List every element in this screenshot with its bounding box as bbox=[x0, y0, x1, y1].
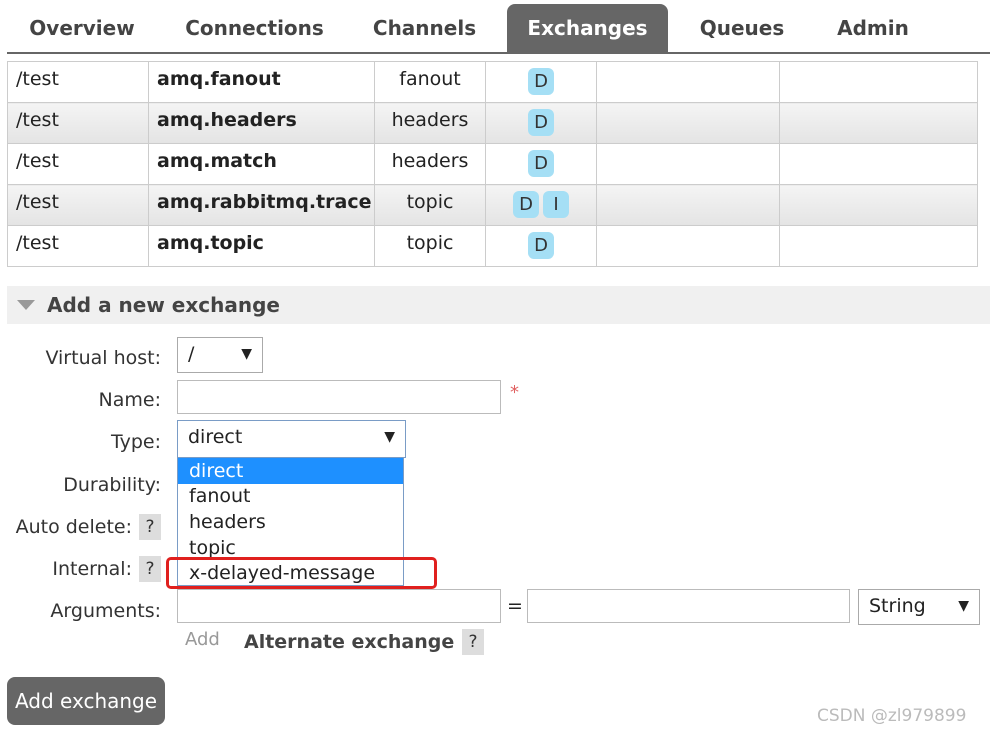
tab-admin[interactable]: Admin bbox=[822, 4, 924, 54]
durable-badge: D bbox=[528, 109, 554, 136]
empty-cell bbox=[779, 102, 978, 144]
type-cell: fanout bbox=[374, 61, 486, 103]
vhost-label: Virtual host: bbox=[45, 347, 161, 369]
argument-type-value: String bbox=[869, 595, 926, 617]
add-argument-link[interactable]: Add bbox=[185, 629, 220, 650]
vhost-cell: /test bbox=[7, 225, 149, 267]
highlight-box bbox=[166, 557, 437, 589]
vhost-cell: /test bbox=[7, 184, 149, 226]
empty-cell bbox=[596, 225, 780, 267]
type-cell: topic bbox=[374, 225, 486, 267]
durable-badge: D bbox=[528, 150, 554, 177]
type-select-value: direct bbox=[188, 426, 243, 448]
chevron-down-icon: ▼ bbox=[384, 429, 395, 445]
features-cell: D bbox=[485, 225, 597, 267]
vhost-select-value: / bbox=[188, 343, 195, 365]
tab-overview[interactable]: Overview bbox=[17, 4, 147, 54]
features-cell: DI bbox=[485, 184, 597, 226]
add-exchange-button[interactable]: Add exchange bbox=[7, 677, 165, 725]
argument-key-input[interactable] bbox=[177, 589, 501, 623]
tab-exchanges[interactable]: Exchanges bbox=[507, 4, 668, 54]
table-row: /test amq.match headers D bbox=[7, 143, 978, 185]
type-cell: topic bbox=[374, 184, 486, 226]
type-cell: headers bbox=[374, 102, 486, 144]
internal-help-button[interactable]: ? bbox=[139, 556, 161, 582]
alternate-exchange-link[interactable]: Alternate exchange bbox=[244, 631, 454, 653]
add-exchange-section-toggle[interactable]: Add a new exchange bbox=[7, 286, 990, 324]
watermark: CSDN @zl979899 bbox=[817, 706, 967, 726]
empty-cell bbox=[779, 184, 978, 226]
exchange-name-link[interactable]: amq.headers bbox=[148, 102, 375, 144]
name-input[interactable] bbox=[177, 380, 501, 414]
section-title: Add a new exchange bbox=[47, 293, 280, 317]
exchange-name-link[interactable]: amq.match bbox=[148, 143, 375, 185]
alternate-exchange-help-button[interactable]: ? bbox=[462, 629, 484, 655]
arguments-label: Arguments: bbox=[50, 600, 161, 622]
type-label: Type: bbox=[110, 431, 161, 453]
internal-label: Internal: bbox=[52, 558, 132, 580]
features-cell: D bbox=[485, 143, 597, 185]
type-cell: headers bbox=[374, 143, 486, 185]
empty-cell bbox=[596, 143, 780, 185]
argument-value-input[interactable] bbox=[527, 589, 850, 623]
empty-cell bbox=[596, 61, 780, 103]
vhost-cell: /test bbox=[7, 61, 149, 103]
durable-badge: D bbox=[513, 191, 539, 218]
argument-type-select[interactable]: String ▼ bbox=[858, 589, 980, 625]
features-cell: D bbox=[485, 102, 597, 144]
equals-sign: = bbox=[507, 595, 523, 617]
triangle-down-icon bbox=[17, 300, 35, 310]
name-label: Name: bbox=[98, 389, 161, 411]
nav-tabs: Overview Connections Channels Exchanges … bbox=[7, 0, 990, 54]
type-option-direct[interactable]: direct bbox=[178, 458, 403, 484]
exchange-name-link[interactable]: amq.rabbitmq.trace bbox=[148, 184, 375, 226]
table-row: /test amq.fanout fanout D bbox=[7, 61, 978, 103]
tab-connections[interactable]: Connections bbox=[167, 4, 342, 54]
chevron-down-icon: ▼ bbox=[958, 598, 969, 614]
empty-cell bbox=[779, 61, 978, 103]
durability-label: Durability: bbox=[63, 474, 161, 496]
tab-channels[interactable]: Channels bbox=[359, 4, 490, 54]
vhost-cell: /test bbox=[7, 143, 149, 185]
type-option-fanout[interactable]: fanout bbox=[178, 483, 403, 509]
internal-badge: I bbox=[543, 191, 569, 218]
table-row: /test amq.rabbitmq.trace topic DI bbox=[7, 184, 978, 226]
exchange-name-link[interactable]: amq.topic bbox=[148, 225, 375, 267]
durable-badge: D bbox=[528, 232, 554, 259]
vhost-cell: /test bbox=[7, 102, 149, 144]
table-row: /test amq.topic topic D bbox=[7, 225, 978, 267]
required-mark: * bbox=[510, 382, 519, 403]
empty-cell bbox=[779, 225, 978, 267]
features-cell: D bbox=[485, 61, 597, 103]
type-select[interactable]: direct ▼ bbox=[177, 420, 406, 458]
empty-cell bbox=[779, 143, 978, 185]
empty-cell bbox=[596, 184, 780, 226]
chevron-down-icon: ▼ bbox=[241, 346, 252, 362]
exchanges-table: /test amq.fanout fanout D /test amq.head… bbox=[7, 61, 978, 267]
table-row: /test amq.headers headers D bbox=[7, 102, 978, 144]
empty-cell bbox=[596, 102, 780, 144]
exchange-name-link[interactable]: amq.fanout bbox=[148, 61, 375, 103]
autodelete-help-button[interactable]: ? bbox=[139, 514, 161, 540]
autodelete-label: Auto delete: bbox=[15, 516, 132, 538]
type-option-headers[interactable]: headers bbox=[178, 509, 403, 535]
tab-queues[interactable]: Queues bbox=[685, 4, 799, 54]
durable-badge: D bbox=[528, 68, 554, 95]
vhost-select[interactable]: / ▼ bbox=[177, 337, 263, 373]
